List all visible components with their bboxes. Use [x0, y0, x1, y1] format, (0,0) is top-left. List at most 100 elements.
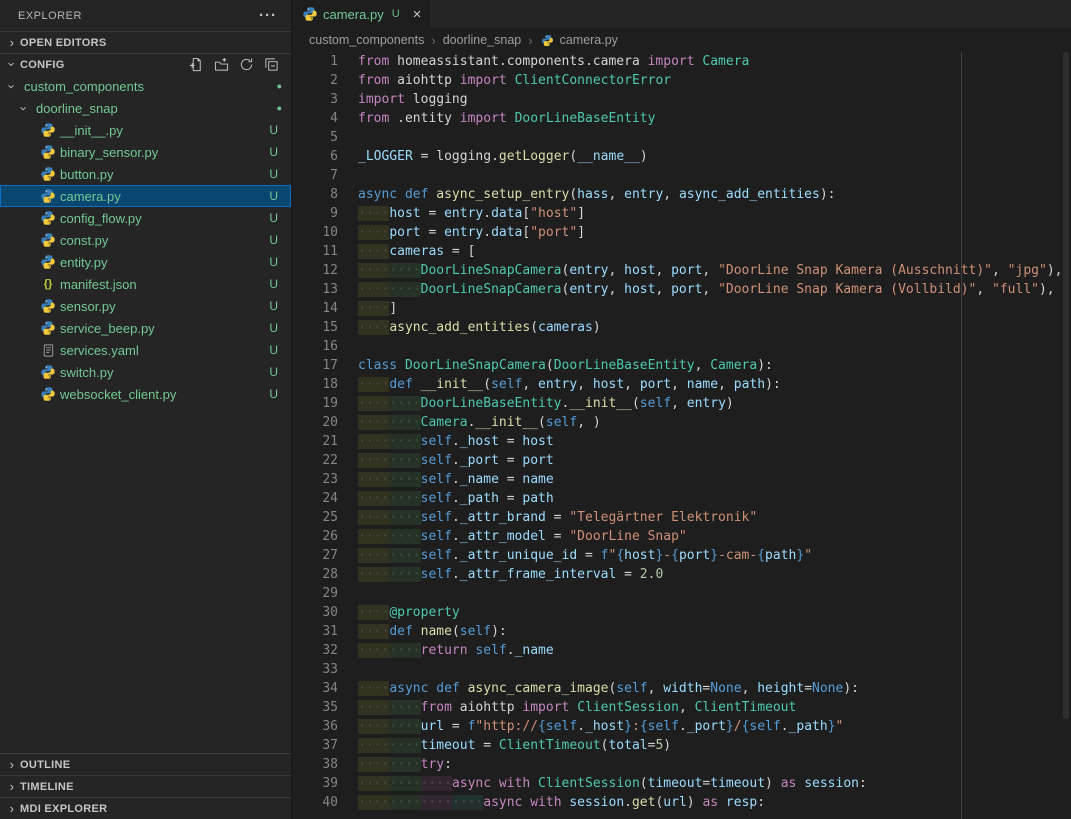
tree-item-camera-py[interactable]: camera.pyU: [0, 185, 291, 207]
code-line[interactable]: 4from .entity import DoorLineBaseEntity: [292, 109, 1071, 128]
code-line[interactable]: 27········self._attr_unique_id = f"{host…: [292, 546, 1071, 565]
code-line[interactable]: 31····def name(self):: [292, 622, 1071, 641]
line-number[interactable]: 30: [292, 603, 338, 622]
code-line[interactable]: 28········self._attr_frame_interval = 2.…: [292, 565, 1071, 584]
line-number[interactable]: 9: [292, 204, 338, 223]
code-line[interactable]: 15····async_add_entities(cameras): [292, 318, 1071, 337]
line-number[interactable]: 24: [292, 489, 338, 508]
code-editor[interactable]: 1from homeassistant.components.camera im…: [292, 52, 1071, 819]
refresh-icon[interactable]: [238, 57, 254, 73]
code-line[interactable]: 36········url = f"http://{self._host}:{s…: [292, 717, 1071, 736]
tree-item-binary-sensor-py[interactable]: binary_sensor.pyU: [0, 141, 291, 163]
line-number[interactable]: 36: [292, 717, 338, 736]
tree-item-manifest-json[interactable]: {}manifest.jsonU: [0, 273, 291, 295]
scrollbar[interactable]: [1061, 52, 1071, 819]
close-icon[interactable]: ×: [413, 6, 422, 23]
tree-item-const-py[interactable]: const.pyU: [0, 229, 291, 251]
line-number[interactable]: 21: [292, 432, 338, 451]
line-number[interactable]: 18: [292, 375, 338, 394]
line-number[interactable]: 40: [292, 793, 338, 812]
code-line[interactable]: 3import logging: [292, 90, 1071, 109]
line-number[interactable]: 5: [292, 128, 338, 147]
tree-item-button-py[interactable]: button.pyU: [0, 163, 291, 185]
code-line[interactable]: 37········timeout = ClientTimeout(total=…: [292, 736, 1071, 755]
line-number[interactable]: 23: [292, 470, 338, 489]
line-number[interactable]: 3: [292, 90, 338, 109]
line-number[interactable]: 19: [292, 394, 338, 413]
code-line[interactable]: 17class DoorLineSnapCamera(DoorLineBaseE…: [292, 356, 1071, 375]
code-line[interactable]: 21········self._host = host: [292, 432, 1071, 451]
new-folder-icon[interactable]: [213, 57, 229, 73]
code-line[interactable]: 5: [292, 128, 1071, 147]
line-number[interactable]: 12: [292, 261, 338, 280]
line-number[interactable]: 29: [292, 584, 338, 603]
line-number[interactable]: 15: [292, 318, 338, 337]
code-line[interactable]: 12········DoorLineSnapCamera(entry, host…: [292, 261, 1071, 280]
line-number[interactable]: 34: [292, 679, 338, 698]
breadcrumb-doorline-snap[interactable]: doorline_snap: [443, 33, 522, 47]
tree-item-entity-py[interactable]: entity.pyU: [0, 251, 291, 273]
config-section[interactable]: › CONFIG: [0, 53, 291, 75]
code-line[interactable]: 19········DoorLineBaseEntity.__init__(se…: [292, 394, 1071, 413]
line-number[interactable]: 1: [292, 52, 338, 71]
code-line[interactable]: 10····port = entry.data["port"]: [292, 223, 1071, 242]
code-line[interactable]: 40················async with session.get…: [292, 793, 1071, 812]
tree-item-services-yaml[interactable]: services.yamlU: [0, 339, 291, 361]
line-number[interactable]: 22: [292, 451, 338, 470]
line-number[interactable]: 11: [292, 242, 338, 261]
line-number[interactable]: 10: [292, 223, 338, 242]
open-editors-section[interactable]: › OPEN EDITORS: [0, 31, 291, 53]
line-number[interactable]: 31: [292, 622, 338, 641]
line-number[interactable]: 8: [292, 185, 338, 204]
new-file-icon[interactable]: [188, 57, 204, 73]
line-number[interactable]: 20: [292, 413, 338, 432]
line-number[interactable]: 17: [292, 356, 338, 375]
line-number[interactable]: 33: [292, 660, 338, 679]
code-line[interactable]: 20········Camera.__init__(self, ): [292, 413, 1071, 432]
breadcrumb-camera-py[interactable]: camera.py: [540, 32, 618, 48]
line-number[interactable]: 25: [292, 508, 338, 527]
code-line[interactable]: 6_LOGGER = logging.getLogger(__name__): [292, 147, 1071, 166]
code-line[interactable]: 7: [292, 166, 1071, 185]
code-line[interactable]: 23········self._name = name: [292, 470, 1071, 489]
line-number[interactable]: 26: [292, 527, 338, 546]
line-number[interactable]: 7: [292, 166, 338, 185]
line-number[interactable]: 27: [292, 546, 338, 565]
line-number[interactable]: 6: [292, 147, 338, 166]
line-number[interactable]: 13: [292, 280, 338, 299]
tree-item-websocket-client-py[interactable]: websocket_client.pyU: [0, 383, 291, 405]
code-line[interactable]: 39············async with ClientSession(t…: [292, 774, 1071, 793]
code-line[interactable]: 9····host = entry.data["host"]: [292, 204, 1071, 223]
code-line[interactable]: 34····async def async_camera_image(self,…: [292, 679, 1071, 698]
code-line[interactable]: 1from homeassistant.components.camera im…: [292, 52, 1071, 71]
code-line[interactable]: 11····cameras = [: [292, 242, 1071, 261]
code-line[interactable]: 33: [292, 660, 1071, 679]
code-line[interactable]: 26········self._attr_model = "DoorLine S…: [292, 527, 1071, 546]
section-outline[interactable]: ›OUTLINE: [0, 753, 291, 775]
code-line[interactable]: 13········DoorLineSnapCamera(entry, host…: [292, 280, 1071, 299]
line-number[interactable]: 28: [292, 565, 338, 584]
line-number[interactable]: 39: [292, 774, 338, 793]
line-number[interactable]: 14: [292, 299, 338, 318]
tree-item-sensor-py[interactable]: sensor.pyU: [0, 295, 291, 317]
line-number[interactable]: 37: [292, 736, 338, 755]
line-number[interactable]: 4: [292, 109, 338, 128]
code-line[interactable]: 29: [292, 584, 1071, 603]
code-line[interactable]: 22········self._port = port: [292, 451, 1071, 470]
code-line[interactable]: 38········try:: [292, 755, 1071, 774]
tree-item-config-flow-py[interactable]: config_flow.pyU: [0, 207, 291, 229]
tree-item--init-py[interactable]: __init__.pyU: [0, 119, 291, 141]
line-number[interactable]: 32: [292, 641, 338, 660]
tree-item-service-beep-py[interactable]: service_beep.pyU: [0, 317, 291, 339]
code-line[interactable]: 30····@property: [292, 603, 1071, 622]
code-line[interactable]: 24········self._path = path: [292, 489, 1071, 508]
code-line[interactable]: 32········return self._name: [292, 641, 1071, 660]
code-line[interactable]: 25········self._attr_brand = "Telegärtne…: [292, 508, 1071, 527]
code-line[interactable]: 18····def __init__(self, entry, host, po…: [292, 375, 1071, 394]
code-line[interactable]: 16: [292, 337, 1071, 356]
line-number[interactable]: 2: [292, 71, 338, 90]
line-number[interactable]: 35: [292, 698, 338, 717]
tree-item-switch-py[interactable]: switch.pyU: [0, 361, 291, 383]
tree-item-custom-components[interactable]: ›custom_components●: [0, 75, 291, 97]
tree-item-doorline-snap[interactable]: ›doorline_snap●: [0, 97, 291, 119]
